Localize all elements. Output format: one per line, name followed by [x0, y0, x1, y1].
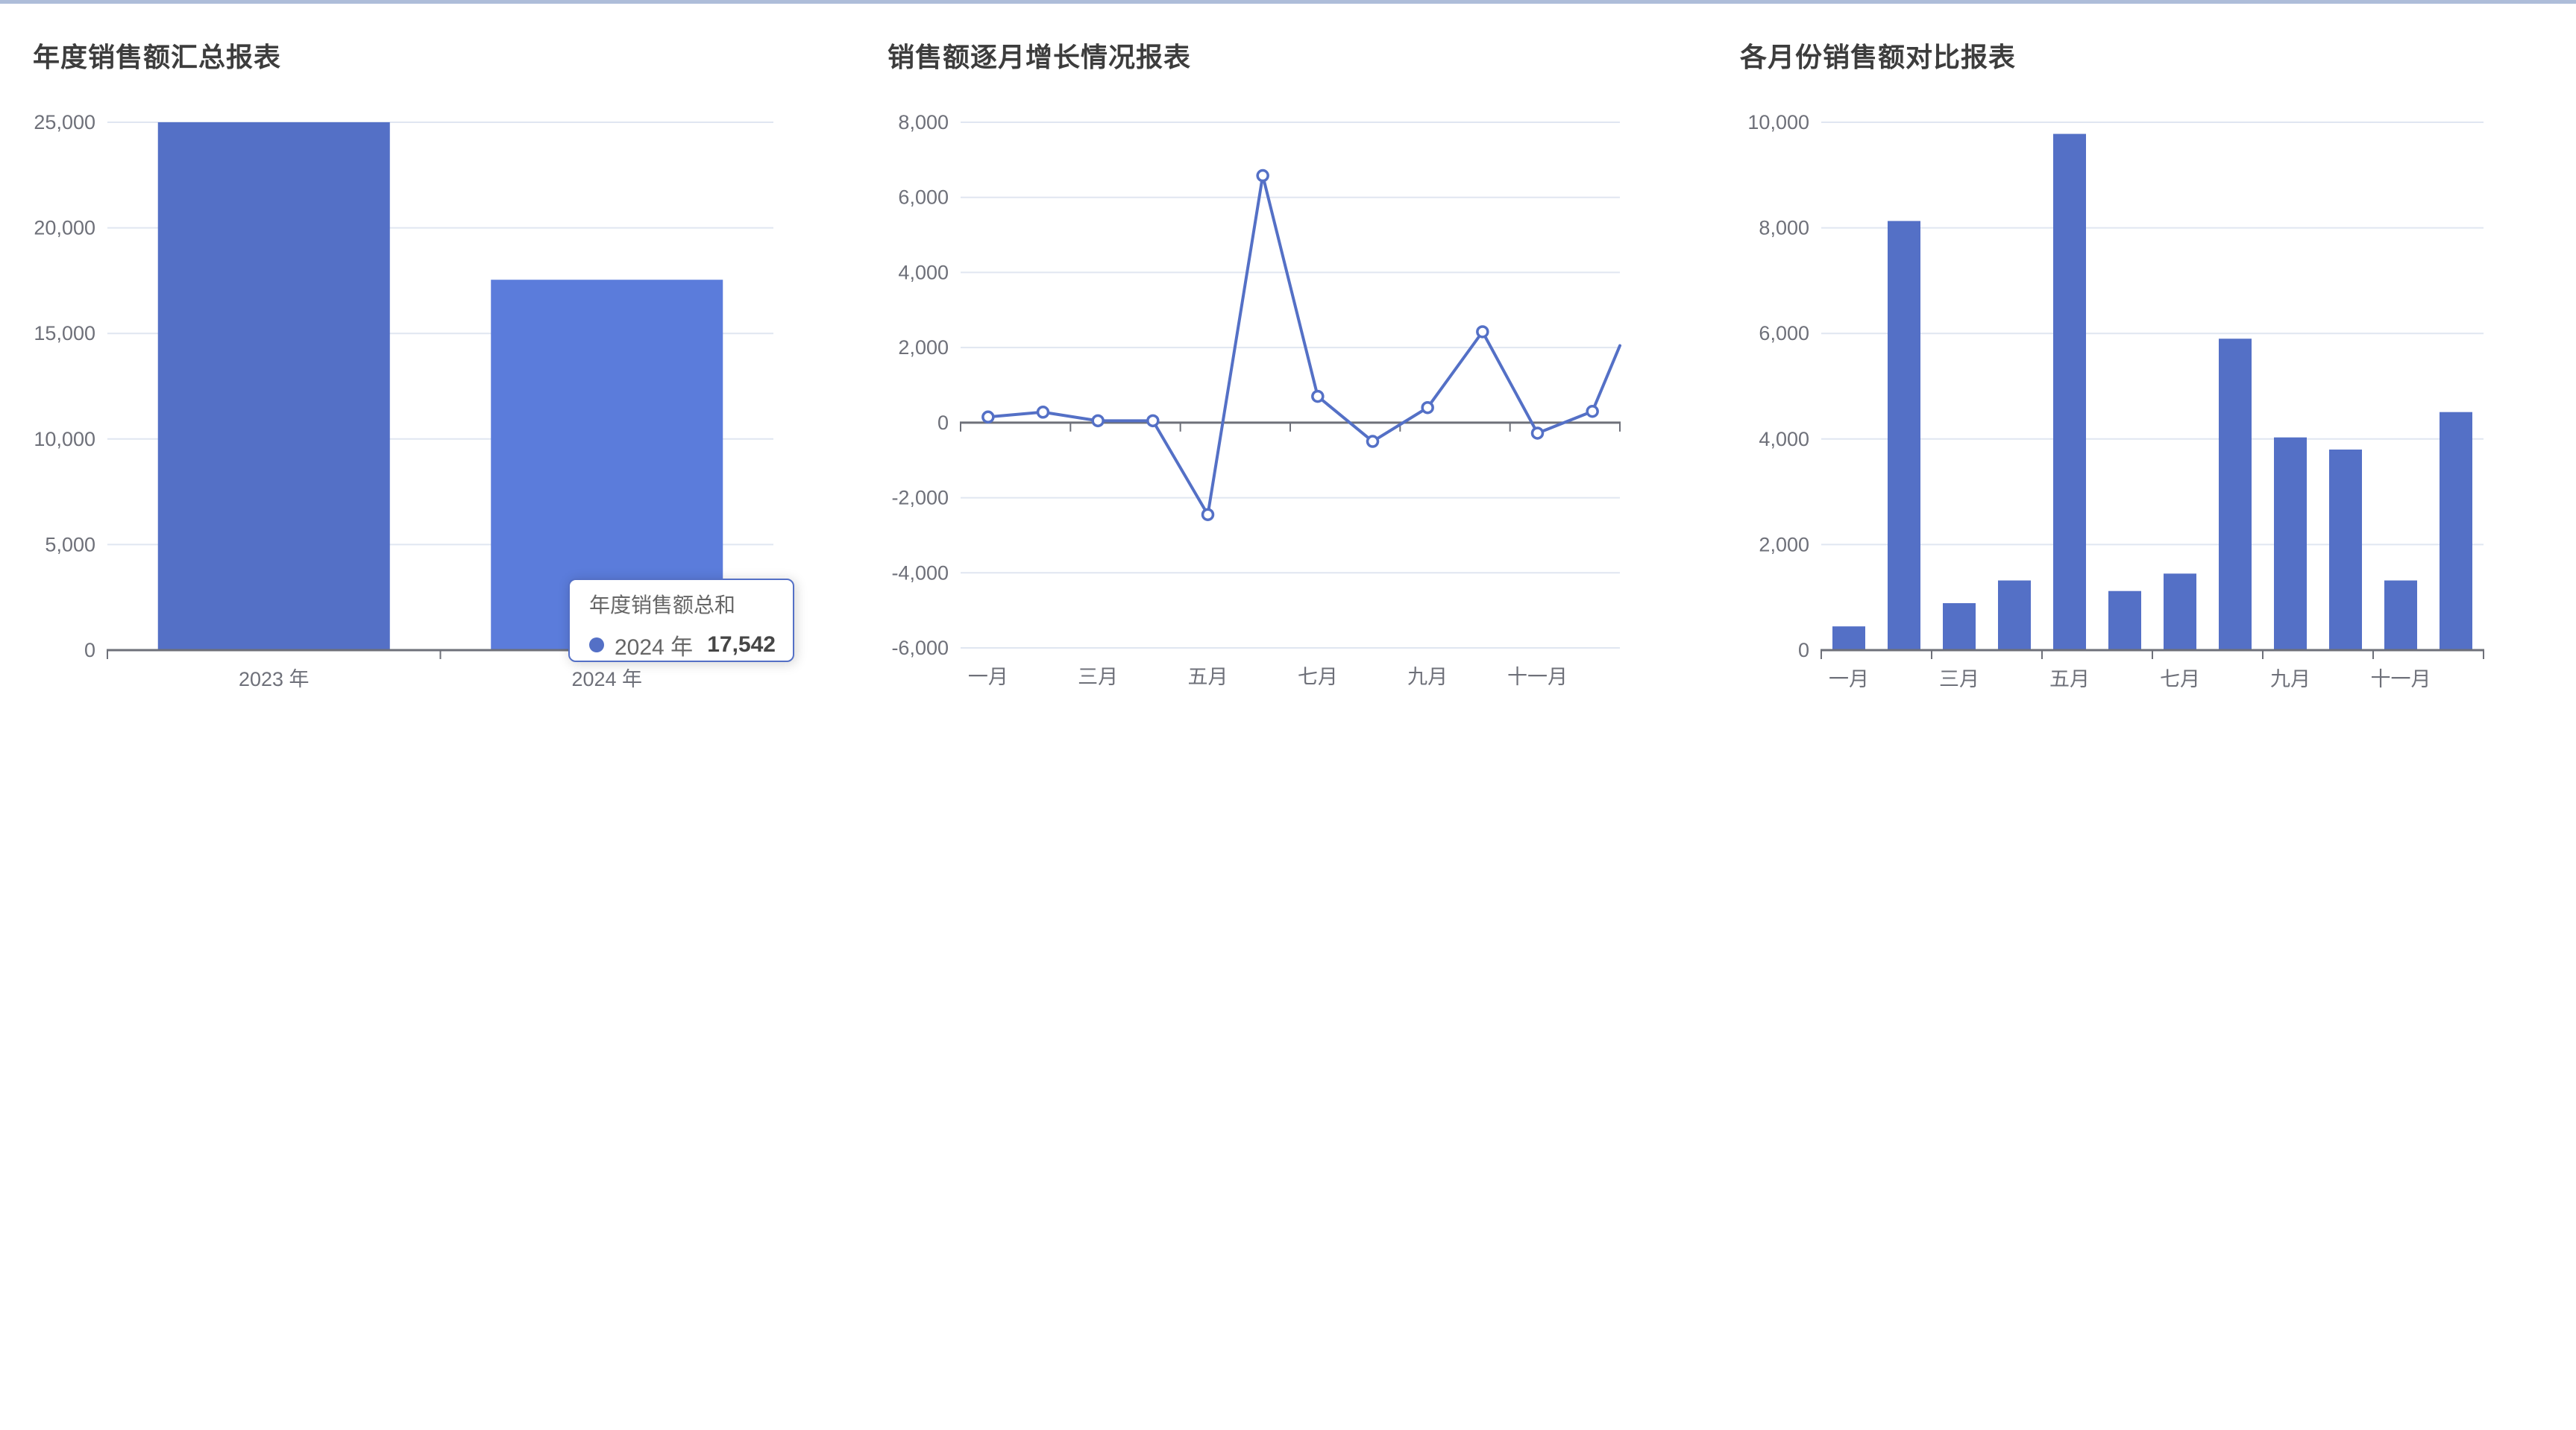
bar-七月 — [2164, 573, 2196, 650]
svg-text:九月: 九月 — [2270, 668, 2310, 690]
svg-text:一月: 一月 — [968, 666, 1008, 688]
bar-一月 — [1832, 626, 1865, 650]
svg-text:0: 0 — [84, 639, 95, 661]
bar-六月 — [2108, 591, 2141, 650]
point-九月 — [1422, 403, 1433, 413]
x-labels: 一月 三月 五月 七月 九月 十一月 — [968, 666, 1568, 688]
tooltip-value: 17,542 — [707, 632, 776, 658]
point-八月 — [1368, 436, 1378, 447]
svg-text:2,000: 2,000 — [1759, 533, 1809, 555]
y-labels: 0 2,000 4,000 6,000 8,000 10,000 — [1747, 111, 1809, 661]
svg-text:0: 0 — [937, 412, 949, 434]
point-七月 — [1313, 391, 1323, 402]
svg-text:2,000: 2,000 — [898, 336, 949, 359]
svg-text:三月: 三月 — [1078, 666, 1118, 688]
svg-text:三月: 三月 — [1939, 668, 1979, 690]
y-gridlines — [961, 122, 1620, 648]
tooltip-title: 年度销售额总和 — [589, 594, 776, 617]
point-四月 — [1148, 415, 1158, 426]
svg-text:5,000: 5,000 — [45, 533, 95, 555]
svg-text:七月: 七月 — [2160, 668, 2200, 690]
svg-text:4,000: 4,000 — [1759, 428, 1809, 450]
svg-text:五月: 五月 — [1188, 666, 1228, 688]
x-labels: 一月 三月 五月 七月 九月 十一月 — [1829, 668, 2431, 690]
svg-text:十一月: 十一月 — [1507, 666, 1568, 688]
svg-text:十一月: 十一月 — [2371, 668, 2431, 690]
svg-text:10,000: 10,000 — [34, 428, 95, 450]
point-六月 — [1257, 171, 1268, 181]
svg-text:五月: 五月 — [2049, 668, 2090, 690]
bar-四月 — [1998, 581, 2031, 650]
point-十月 — [1477, 327, 1488, 337]
x-axis — [1821, 650, 2484, 659]
monthly-growth-line-chart[interactable]: 一月 三月 五月 七月 九月 十一月 -6,000 -4,000 -2,000 0 2,000 4,0… — [855, 0, 1710, 731]
x-labels: 2023 年 2024 年 — [239, 668, 642, 690]
bars[interactable] — [158, 122, 723, 650]
svg-text:九月: 九月 — [1407, 666, 1448, 688]
svg-text:15,000: 15,000 — [34, 322, 95, 344]
bar-三月 — [1943, 603, 1976, 650]
bars[interactable] — [1832, 134, 2472, 650]
svg-text:6,000: 6,000 — [898, 186, 949, 209]
bar-十二月 — [2440, 412, 2472, 650]
bar-二月 — [1888, 221, 1920, 650]
point-十二月 — [1587, 406, 1598, 417]
annual-sales-chart-panel: 年度销售额汇总报表 2023 年2024 年05,00010,00015,000… — [0, 0, 855, 731]
bar-十月 — [2329, 450, 2362, 650]
bar-2023 年 — [158, 122, 390, 650]
y-labels: 0 5,000 10,000 15,000 20,000 25,000 — [34, 111, 95, 661]
point-一月 — [983, 412, 993, 422]
svg-text:8,000: 8,000 — [898, 111, 949, 133]
svg-text:6,000: 6,000 — [1759, 322, 1809, 344]
chart-tooltip: 年度销售额总和 2024 年 17,542 — [568, 579, 794, 662]
line-series[interactable] — [983, 171, 1620, 520]
svg-text:2024 年: 2024 年 — [571, 668, 642, 690]
bar-九月 — [2274, 438, 2307, 650]
svg-text:-4,000: -4,000 — [891, 561, 949, 584]
svg-text:4,000: 4,000 — [898, 261, 949, 283]
point-五月 — [1203, 509, 1213, 520]
bar-八月 — [2219, 338, 2252, 650]
svg-text:10,000: 10,000 — [1747, 111, 1809, 133]
x-axis — [960, 423, 1621, 432]
y-labels: -6,000 -4,000 -2,000 0 2,000 4,000 6,000 8,000 — [891, 111, 949, 659]
point-三月 — [1093, 415, 1103, 426]
svg-text:一月: 一月 — [1829, 668, 1869, 690]
svg-text:-2,000: -2,000 — [891, 487, 949, 509]
monthly-comparison-bar-chart[interactable]: 一月 三月 五月 七月 九月 十一月 0 2,000 4,000 6,000 8,000 10,000 — [1710, 0, 2576, 731]
series-marker-icon — [589, 637, 604, 652]
bar-五月 — [2053, 134, 2086, 650]
svg-text:2023 年: 2023 年 — [239, 668, 310, 690]
monthly-growth-chart-panel: 销售额逐月增长情况报表 一月三月五月七月九月十一月-6,000-4,000-2,… — [855, 0, 1710, 731]
bar-十一月 — [2384, 581, 2417, 650]
svg-text:-6,000: -6,000 — [891, 637, 949, 659]
point-十一月 — [1533, 428, 1543, 438]
tooltip-series-label: 2024 年 — [615, 629, 693, 661]
svg-text:25,000: 25,000 — [34, 111, 95, 133]
svg-text:20,000: 20,000 — [34, 217, 95, 239]
svg-text:0: 0 — [1798, 639, 1809, 661]
monthly-comparison-chart-panel: 各月份销售额对比报表 一月三月五月七月九月十一月02,0004,0006,000… — [1710, 0, 2576, 731]
point-二月 — [1038, 407, 1049, 418]
svg-text:8,000: 8,000 — [1759, 217, 1809, 239]
y-gridlines — [1821, 122, 2484, 544]
svg-text:七月: 七月 — [1298, 666, 1338, 688]
